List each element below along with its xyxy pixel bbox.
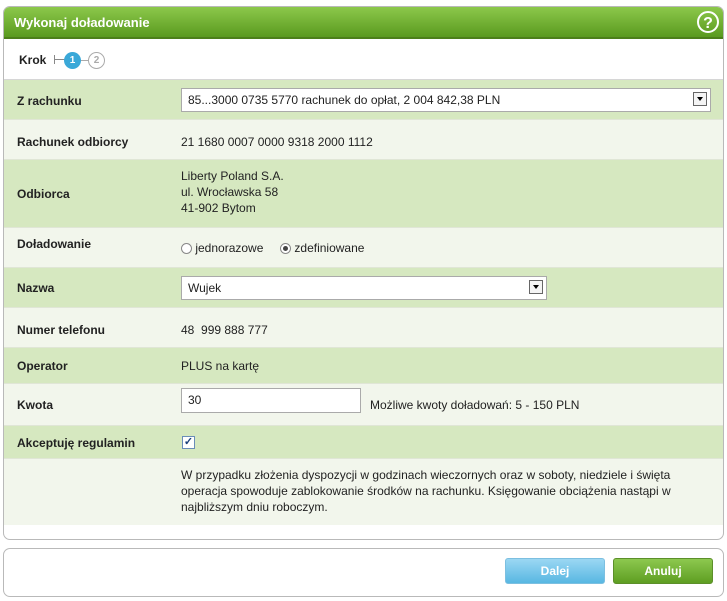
- step-label: Krok: [19, 53, 47, 67]
- account-select-value: 85...3000 0735 5770 rachunek do opłat, 2…: [188, 93, 501, 107]
- recipient-label: Odbiorca: [17, 187, 70, 201]
- topup-label: Doładowanie: [17, 237, 92, 251]
- chevron-down-icon[interactable]: [529, 280, 543, 294]
- terms-checkbox[interactable]: ✓: [182, 436, 195, 449]
- row-phone: Numer telefonu 48 999 888 777: [4, 308, 723, 348]
- amount-input[interactable]: 30: [181, 388, 361, 413]
- note-line3: najbliższym dniu roboczym.: [181, 500, 328, 514]
- radio-one-time[interactable]: [181, 243, 192, 254]
- row-recipient-account: Rachunek odbiorcy 21 1680 0007 0000 9318…: [4, 120, 723, 160]
- row-note: W przypadku złożenia dyspozycji w godzin…: [4, 459, 723, 525]
- terms-label: Akceptuję regulamin: [17, 436, 136, 450]
- row-recipient: Odbiorca Liberty Poland S.A. ul. Wrocław…: [4, 160, 723, 228]
- amount-label: Kwota: [17, 398, 53, 412]
- amount-hint: Możliwe kwoty doładowań: 5 - 150 PLN: [370, 398, 580, 412]
- name-select-value: Wujek: [188, 281, 222, 295]
- account-select[interactable]: 85...3000 0735 5770 rachunek do opłat, 2…: [181, 88, 711, 112]
- phone-value: 48 999 888 777: [181, 323, 268, 337]
- topup-panel: Wykonaj doładowanie ? Krok 1 2 Z rachunk…: [3, 6, 724, 540]
- recipient-line1: Liberty Poland S.A.: [181, 169, 284, 183]
- row-amount: Kwota 30 Możliwe kwoty doładowań: 5 - 15…: [4, 384, 723, 426]
- row-terms: Akceptuję regulamin ✓: [4, 426, 723, 459]
- step-2-badge: 2: [88, 52, 105, 69]
- row-operator: Operator PLUS na kartę: [4, 348, 723, 384]
- account-label: Z rachunku: [17, 94, 82, 108]
- row-name: Nazwa Wujek: [4, 268, 723, 308]
- radio-one-time-label[interactable]: jednorazowe: [195, 241, 263, 255]
- recipient-account-value: 21 1680 0007 0000 9318 2000 1112: [181, 135, 373, 149]
- next-button[interactable]: Dalej: [505, 558, 605, 584]
- operator-value: PLUS na kartę: [181, 359, 260, 373]
- step-connector: [81, 60, 88, 61]
- topup-options: jednorazowe zdefiniowane: [181, 241, 364, 255]
- cancel-button[interactable]: Anuluj: [613, 558, 713, 584]
- note-line1: W przypadku złożenia dyspozycji w godzin…: [181, 468, 671, 482]
- chevron-down-icon[interactable]: [693, 92, 707, 106]
- panel-title: Wykonaj doładowanie: [14, 15, 150, 30]
- step-indicator: Krok 1 2: [4, 39, 723, 80]
- step-1-badge: 1: [64, 52, 81, 69]
- note-line2: operacja spowoduje zablokowanie środków …: [181, 484, 671, 498]
- row-account: Z rachunku 85...3000 0735 5770 rachunek …: [4, 80, 723, 120]
- operator-label: Operator: [17, 359, 68, 373]
- panel-header: Wykonaj doładowanie ?: [4, 7, 723, 39]
- phone-label: Numer telefonu: [17, 323, 106, 337]
- action-bar: Dalej Anuluj: [3, 548, 724, 597]
- radio-defined[interactable]: [280, 243, 292, 254]
- recipient-line2: ul. Wrocławska 58: [181, 185, 279, 199]
- row-topup-type: Doładowanie jednorazowe zdefiniowane: [4, 228, 723, 268]
- name-select[interactable]: Wujek: [181, 276, 547, 300]
- radio-defined-label[interactable]: zdefiniowane: [294, 241, 364, 255]
- recipient-account-label: Rachunek odbiorcy: [17, 135, 129, 149]
- name-label: Nazwa: [17, 281, 55, 295]
- help-icon[interactable]: ?: [697, 11, 719, 33]
- recipient-line3: 41-902 Bytom: [181, 201, 256, 215]
